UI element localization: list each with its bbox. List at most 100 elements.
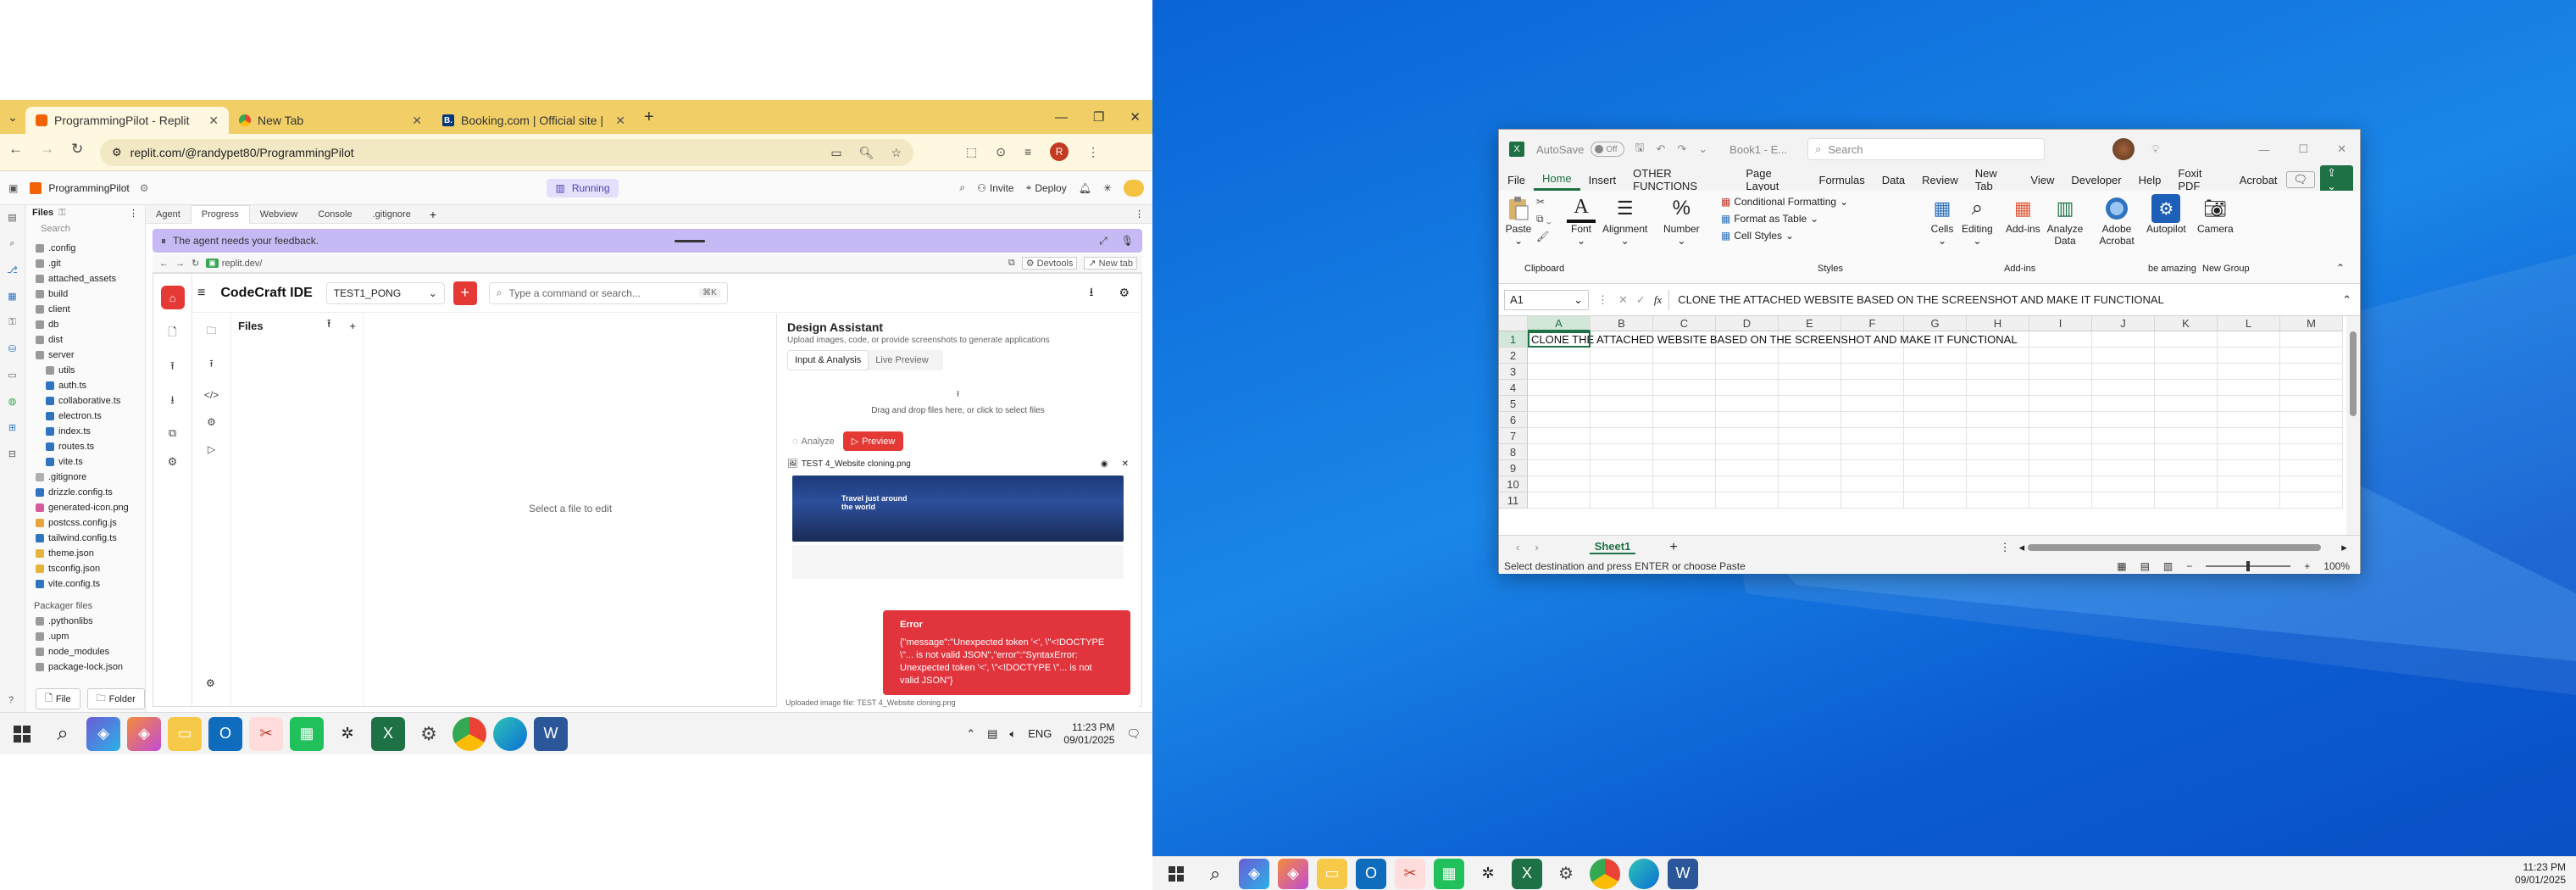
copilot-icon[interactable]: ◈ <box>1239 858 1269 889</box>
ribbon-tab-foxit-pdf[interactable]: Foxit PDF <box>2169 167 2230 192</box>
secrets-rail-icon[interactable]: ⚿ <box>8 317 15 328</box>
settings-icon[interactable]: ⚙ <box>1551 859 1581 889</box>
add-file-icon[interactable]: + <box>349 320 356 332</box>
console-rail-icon[interactable]: ▭ <box>8 370 16 381</box>
expand-formula-icon[interactable]: ⌃ <box>2342 293 2351 307</box>
close-tab-icon[interactable]: ✕ <box>208 114 219 128</box>
new-project-button[interactable]: + <box>452 281 477 305</box>
zoom-out-icon[interactable]: − <box>2186 560 2192 572</box>
column-header[interactable]: J <box>2092 316 2155 331</box>
file-tree-item[interactable]: build <box>25 286 145 302</box>
ribbon-tab-data[interactable]: Data <box>1874 169 1913 191</box>
outlook-icon[interactable]: O <box>208 716 242 751</box>
app-copy-icon[interactable]: ⧉ <box>169 426 176 440</box>
add-sheet-icon[interactable]: + <box>1669 540 1677 555</box>
packager-item[interactable]: package-lock.json <box>25 659 145 675</box>
windows-start-icon[interactable] <box>5 717 39 751</box>
next-sheet-icon[interactable]: › <box>1535 541 1538 553</box>
row-header[interactable]: 8 <box>1499 444 1528 460</box>
network-icon[interactable]: ▤ <box>987 727 997 741</box>
format-painter-icon[interactable]: 🖌︎ <box>1536 231 1552 242</box>
devtools-button[interactable]: ⚙ Devtools <box>1021 257 1078 270</box>
agent-feedback-banner[interactable]: ⏸ The agent needs your feedback. ⤢ 🎙︎ <box>153 229 1142 253</box>
copilot-app-icon[interactable]: ◈ <box>127 716 161 751</box>
font-group-button[interactable]: A Font ⌄ <box>1567 194 1596 247</box>
webview-forward-icon[interactable]: → <box>175 259 185 269</box>
grid-row[interactable] <box>1528 412 2343 428</box>
lightbulb-icon[interactable]: 💡︎ <box>2151 142 2159 156</box>
confirm-entry-icon[interactable]: ✓ <box>1636 293 1646 307</box>
webview-link-icon[interactable]: ⧉ <box>1008 258 1015 269</box>
file-tree-item[interactable]: attached_assets <box>25 271 145 286</box>
grid-row[interactable] <box>1528 444 2343 460</box>
analyze-button[interactable]: ◌ Analyze <box>792 437 835 447</box>
tab-agent[interactable]: Agent <box>146 205 191 224</box>
address-bar[interactable]: ⚙ replit.com/@randypet80/ProgrammingPilo… <box>100 139 913 166</box>
column-header[interactable]: F <box>1841 316 1904 331</box>
chrome-icon[interactable] <box>1590 858 1620 889</box>
project-name[interactable]: ProgrammingPilot <box>48 182 129 194</box>
close-tab-icon[interactable]: ✕ <box>412 114 422 128</box>
folder-icon[interactable]: 🗀 <box>206 323 216 341</box>
add-tab-icon[interactable]: + <box>421 208 445 221</box>
ribbon-tab-insert[interactable]: Insert <box>1580 169 1625 191</box>
cell-a1[interactable]: CLONE THE ATTACHED WEBSITE BASED ON THE … <box>1531 332 2018 347</box>
format-as-table-button[interactable]: ▦ Format as Table ⌄ <box>1721 213 1848 225</box>
grid-row[interactable] <box>1528 396 2343 412</box>
replit-home-icon[interactable] <box>30 181 42 194</box>
browser-tab-replit[interactable]: ProgrammingPilot - Replit ✕ <box>25 107 229 134</box>
user-avatar[interactable] <box>1124 179 1144 197</box>
app-settings-icon[interactable]: ⚙ <box>168 455 178 469</box>
cells-button[interactable]: ▦ Cells ⌄ <box>1928 194 1957 247</box>
chrome-menu-icon[interactable]: ⋮ <box>1087 145 1099 159</box>
analyze-data-button[interactable]: ▥ Analyze Data <box>2045 194 2085 247</box>
preview-button[interactable]: ▷ Preview <box>842 431 904 451</box>
horizontal-scroll-left-icon[interactable]: ◂ <box>2019 541 2025 554</box>
column-header[interactable]: I <box>2029 316 2092 331</box>
file-tree-item[interactable]: routes.ts <box>25 439 145 454</box>
file-explorer-icon[interactable]: ▭ <box>1317 858 1347 889</box>
snipping-tool-icon[interactable]: ✂ <box>249 716 283 751</box>
word-icon[interactable]: W <box>534 716 568 751</box>
row-header[interactable]: 10 <box>1499 476 1528 492</box>
file-tree-item[interactable]: auth.ts <box>25 378 145 393</box>
restore-icon[interactable]: ❐ <box>1093 109 1104 125</box>
file-tree-item[interactable]: vite.config.ts <box>25 576 145 592</box>
green-app-icon[interactable]: ▦ <box>290 716 324 751</box>
column-header[interactable]: D <box>1716 316 1779 331</box>
file-tree-item[interactable]: tailwind.config.ts <box>25 531 145 546</box>
zoom-level[interactable]: 100% <box>2323 560 2350 572</box>
files-rail-icon[interactable]: ▤ <box>8 212 16 223</box>
install-app-icon[interactable]: ▭ <box>830 146 841 160</box>
close-window-icon[interactable]: ✕ <box>1130 109 1141 125</box>
packages-rail-icon[interactable]: ▦ <box>8 291 16 302</box>
qat-more-icon[interactable]: ⌄ <box>1698 142 1707 156</box>
profile-switch-icon[interactable]: ⊙ <box>996 145 1006 159</box>
search-taskbar-icon[interactable]: ⌕ <box>1200 859 1230 889</box>
new-folder-button[interactable]: 🗀 Folder <box>86 688 145 709</box>
export-icon[interactable]: ⭳ <box>1090 283 1094 303</box>
tab-gitignore[interactable]: .gitignore <box>363 205 421 224</box>
new-tab-button[interactable]: + <box>644 108 654 127</box>
packager-item[interactable]: .upm <box>25 629 145 644</box>
left-clock[interactable]: 11:23 PM 09/01/2025 <box>1063 721 1114 747</box>
search-icon[interactable]: ⌕ <box>959 181 965 194</box>
extensions-icon[interactable]: ⚙ <box>207 416 216 428</box>
row-header[interactable]: 7 <box>1499 428 1528 444</box>
vertical-scrollbar[interactable] <box>2346 316 2360 535</box>
column-header[interactable]: B <box>1591 316 1653 331</box>
ribbon-tab-developer[interactable]: Developer <box>2062 169 2129 191</box>
bookmark-star-icon[interactable]: ☆ <box>891 146 902 160</box>
adobe-acrobat-button[interactable]: Adobe Acrobat <box>2096 194 2138 247</box>
packager-item[interactable]: .pythonlibs <box>25 614 145 629</box>
formula-input[interactable]: CLONE THE ATTACHED WEBSITE BASED ON THE … <box>1668 289 2334 310</box>
share-button[interactable]: ⇪ ⌄ <box>2320 165 2353 194</box>
file-tree-item[interactable]: generated-icon.png <box>25 500 145 515</box>
file-tree-item[interactable]: theme.json <box>25 546 145 561</box>
name-box[interactable]: A1 ⌄ <box>1504 289 1589 310</box>
file-tree-item[interactable]: client <box>25 302 145 317</box>
cancel-entry-icon[interactable]: ✕ <box>1618 293 1628 307</box>
git-rail-icon[interactable]: ⎇ <box>7 264 18 275</box>
snipping-tool-icon[interactable]: ✂ <box>1395 858 1425 889</box>
grid-row[interactable] <box>1528 492 2343 509</box>
